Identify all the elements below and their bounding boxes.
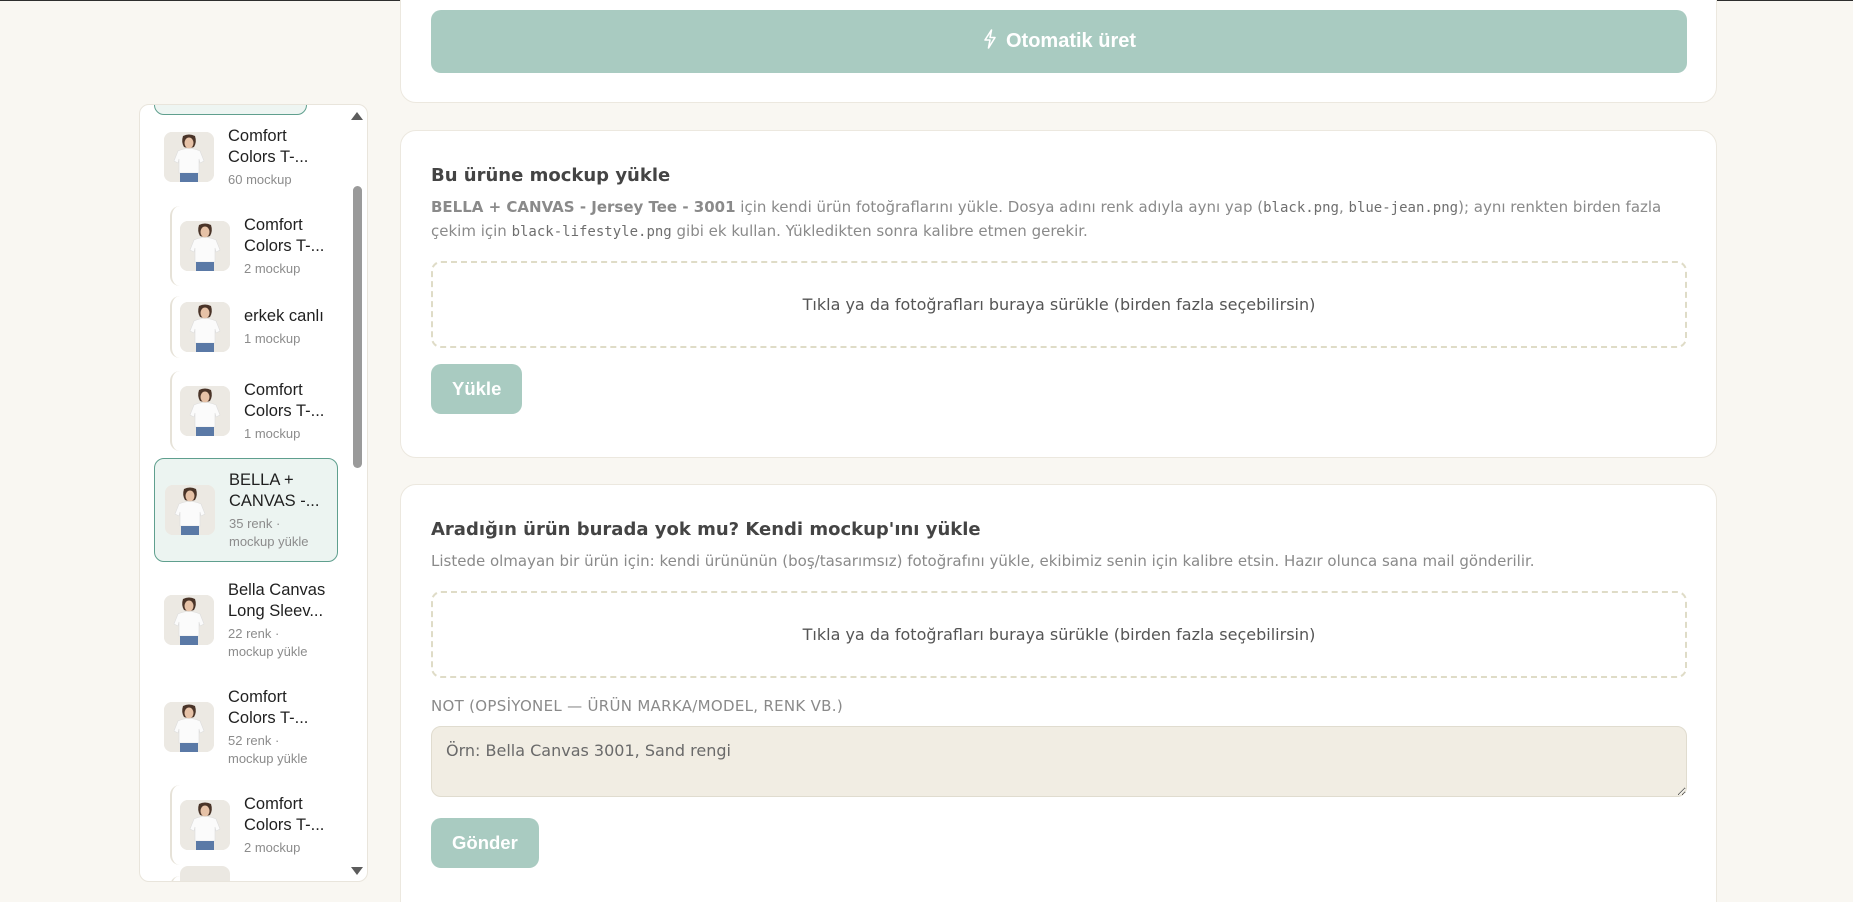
sidebar-product-item[interactable] [170,866,338,881]
product-meta: 22 renk · mockup yükle [228,625,308,659]
custom-card-title: Aradığın ürün burada yok mu? Kendi mocku… [431,519,981,540]
sidebar-product-item[interactable]: Comfort Colors T-... 2 mockup [170,206,338,286]
auto-generate-button[interactable]: Otomatik üret [431,10,1687,73]
scrollbar-thumb[interactable] [353,186,362,468]
filename-example: blue-jean.png [1348,200,1459,216]
submit-button[interactable]: Gönder [431,818,539,868]
product-meta: 1 mockup [244,425,301,441]
product-thumbnail [180,221,230,271]
dropzone-text: Tıkla ya da fotoğrafları buraya sürükle … [802,625,1316,644]
custom-upload-dropzone[interactable]: Tıkla ya da fotoğrafları buraya sürükle … [431,591,1687,678]
upload-button[interactable]: Yükle [431,364,523,414]
sidebar-product-item[interactable]: Comfort Colors T-... 60 mockup [154,117,338,197]
scroll-up-arrow-icon[interactable] [351,112,363,120]
product-list: Comfort Colors T-... 60 mockup Comfort Col… [140,105,347,881]
product-thumbnail [180,386,230,436]
upload-dropzone[interactable]: Tıkla ya da fotoğrafları buraya sürükle … [431,261,1687,348]
upload-card-title: Bu ürüne mockup yükle [431,165,671,186]
product-thumbnail [164,595,214,645]
auto-generate-card: Otomatik üret [400,0,1717,103]
product-name: erkek canlı [244,307,324,325]
previous-item-edge[interactable] [154,105,307,115]
custom-mockup-card: Aradığın ürün burada yok mu? Kendi mocku… [400,484,1717,902]
upload-mockup-card: Bu ürüne mockup yükle BELLA + CANVAS - J… [400,130,1717,458]
product-name: Comfort Colors T-... [244,794,325,834]
auto-generate-label: Otomatik üret [1005,30,1137,52]
product-name: Comfort Colors T-... [228,126,309,166]
product-meta: 35 renk · mockup yükle [229,515,309,549]
sidebar-product-item[interactable]: Comfort Colors T-... 2 mockup [170,785,338,865]
sidebar-product-item[interactable]: Comfort Colors T-... 1 mockup [170,371,338,451]
product-sidebar: Comfort Colors T-... 60 mockup Comfort Col… [139,104,368,882]
product-thumbnail [165,485,215,535]
product-name: BELLA + CANVAS -... [229,470,320,510]
product-name: Comfort Colors T-... [228,687,309,727]
product-name: Comfort Colors T-... [244,380,325,420]
product-meta: 2 mockup [244,260,301,276]
scroll-down-arrow-icon[interactable] [351,867,363,875]
product-name: Comfort Colors T-... [244,215,325,255]
note-field-label: NOT (OPSİYONEL — ÜRÜN MARKA/MODEL, RENK … [431,697,843,715]
product-meta: 52 renk · mockup yükle [228,732,308,766]
product-name: Bella Canvas Long Sleev... [228,580,326,620]
filename-example: black.png [1263,200,1339,216]
sidebar-product-item[interactable]: erkek canlı 1 mockup [170,296,338,358]
filename-example: black-lifestyle.png [511,224,672,240]
sidebar-product-item[interactable]: Comfort Colors T-... 52 renk · mockup yük… [154,678,338,776]
dropzone-text: Tıkla ya da fotoğrafları buraya sürükle … [802,295,1316,314]
lightning-icon [982,28,998,55]
sidebar-product-item[interactable]: Bella Canvas Long Sleev... 22 renk · mock… [154,571,338,669]
sidebar-product-item[interactable]: BELLA + CANVAS -... 35 renk · mockup yükl… [154,458,338,562]
product-meta: 60 mockup [228,171,292,187]
upload-card-description: BELLA + CANVAS - Jersey Tee - 3001 için … [431,198,1662,240]
product-meta: 2 mockup [244,839,301,855]
custom-card-description: Listede olmayan bir ürün için: kendi ürü… [431,552,1535,570]
product-thumbnail [180,866,230,881]
product-thumbnail [164,132,214,182]
product-meta: 1 mockup [244,331,301,346]
product-thumbnail [164,702,214,752]
sidebar-scrollbar[interactable] [349,105,365,881]
product-name: BELLA + CANVAS - Jersey Tee - 3001 [431,198,736,216]
note-textarea[interactable] [431,726,1687,797]
product-thumbnail [180,302,230,352]
product-thumbnail [180,800,230,850]
